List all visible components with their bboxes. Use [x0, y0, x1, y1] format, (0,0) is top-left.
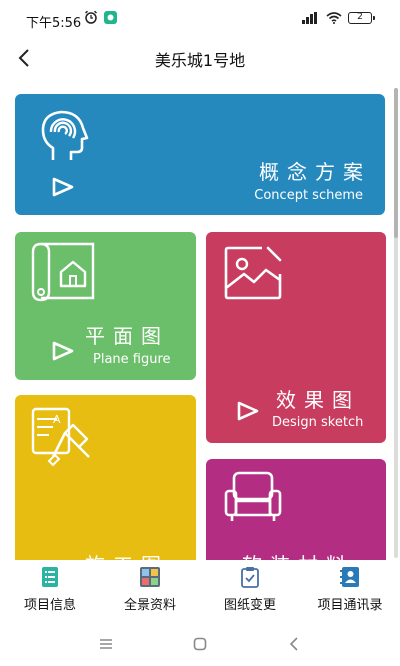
wifi-icon [326, 12, 342, 24]
status-time: 下午5:56 [26, 16, 82, 31]
armchair-icon [224, 471, 282, 521]
tile-title: 软装材料 [242, 549, 354, 560]
system-nav-bar [0, 622, 400, 666]
tile-soft-furnishing[interactable]: 软装材料 [206, 459, 386, 560]
tile-subtitle: Design sketch [272, 415, 364, 430]
panorama-icon [140, 567, 160, 587]
play-arrow-icon [52, 177, 74, 197]
svg-text:A: A [53, 413, 61, 426]
menu-button[interactable] [94, 632, 118, 656]
page-title: 美乐城1号地 [154, 51, 246, 70]
tile-design-sketch[interactable]: 效果图 Design sketch [206, 232, 386, 443]
back-triangle-icon [289, 637, 298, 651]
tab-label: 项目信息 [23, 598, 76, 613]
module-grid: 概念方案 Concept scheme 平面图 Plane figure 效果图… [0, 76, 400, 560]
tile-title: 平面图 [85, 324, 169, 348]
tile-concept-scheme[interactable]: 概念方案 Concept scheme [15, 94, 385, 215]
app-notification-icon [104, 10, 117, 24]
nav-bar: 美乐城1号地 [0, 40, 400, 76]
tab-label: 图纸变更 [223, 598, 276, 613]
head-idea-icon [41, 110, 89, 160]
contacts-icon [340, 567, 359, 587]
blueprint-roller-icon: A [31, 407, 90, 467]
tab-project-info[interactable]: 项目信息 [0, 560, 100, 616]
battery-icon: 2 [348, 12, 375, 24]
alarm-icon [85, 10, 97, 24]
tab-label: 项目通讯录 [317, 598, 383, 613]
image-picture-icon [224, 246, 282, 300]
bottom-tab-bar: 项目信息 全景资料 图纸变更 项目通讯录 [0, 560, 400, 616]
clipboard-check-icon [241, 567, 259, 588]
scrollbar-thumb[interactable] [394, 88, 398, 238]
tab-label: 全景资料 [123, 598, 176, 613]
play-arrow-icon [237, 401, 259, 421]
home-square-icon [193, 637, 207, 651]
system-back-button[interactable] [282, 632, 306, 656]
menu-icon [100, 639, 112, 649]
tile-plane-figure[interactable]: 平面图 Plane figure [15, 232, 196, 380]
document-list-icon [42, 567, 58, 587]
tile-title: 施工图 [85, 549, 169, 560]
tile-construction-drawing[interactable]: A 施工图 [15, 395, 196, 560]
play-arrow-icon [52, 341, 74, 361]
tab-drawing-change[interactable]: 图纸变更 [200, 560, 300, 616]
floor-plan-icon [31, 242, 95, 302]
tab-contacts[interactable]: 项目通讯录 [300, 560, 400, 616]
tile-subtitle: Plane figure [93, 352, 171, 367]
status-bar: 下午5:56 2 [0, 0, 400, 40]
tile-title: 效果图 [276, 388, 360, 412]
home-button[interactable] [188, 632, 212, 656]
tile-title: 概念方案 [259, 160, 371, 184]
tile-subtitle: Concept scheme [254, 188, 363, 203]
tab-panorama[interactable]: 全景资料 [100, 560, 200, 616]
signal-icon [302, 12, 317, 24]
